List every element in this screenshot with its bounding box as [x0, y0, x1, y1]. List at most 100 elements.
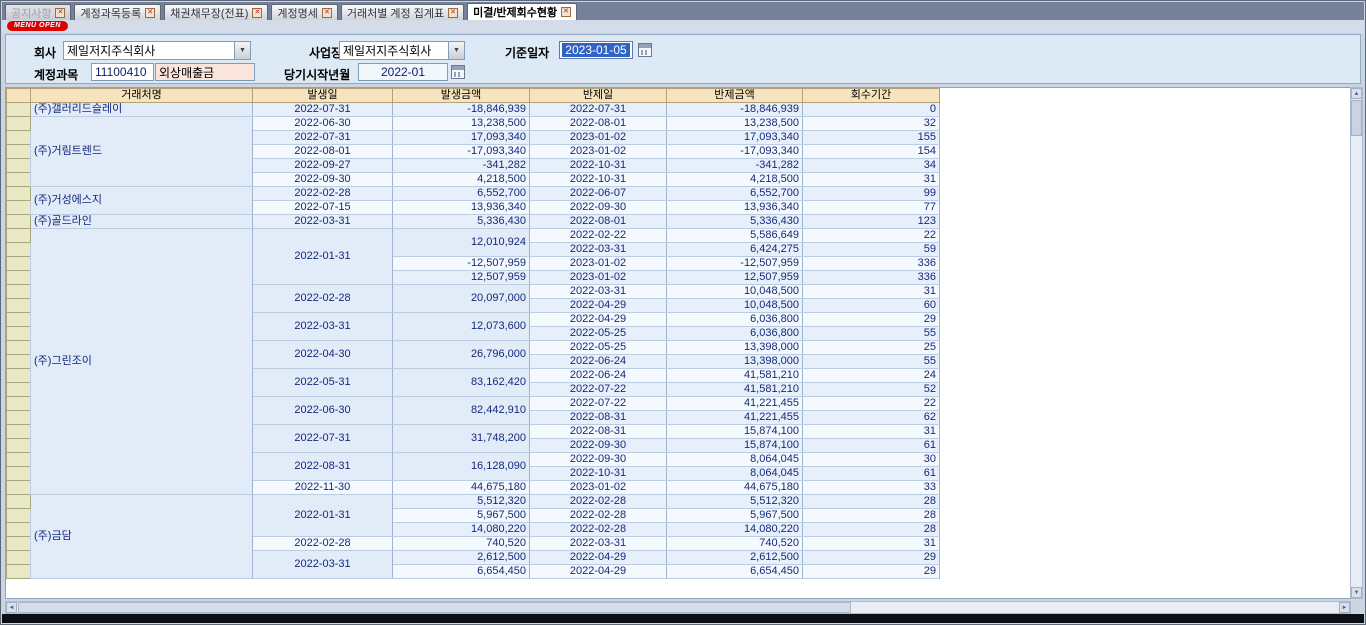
cell-sd[interactable]: 2022-03-31 [530, 285, 667, 299]
cell-p[interactable]: 61 [803, 467, 940, 481]
tab-계정명세[interactable]: 계정명세✕ [271, 4, 337, 20]
cell-p[interactable]: 25 [803, 341, 940, 355]
cell-sa[interactable]: 13,238,500 [667, 117, 803, 131]
cell-c[interactable]: (주)금담 [31, 495, 253, 579]
row-selector[interactable] [7, 565, 31, 579]
cell-od[interactable]: 2022-03-31 [253, 313, 393, 341]
cell-sa[interactable]: 17,093,340 [667, 131, 803, 145]
cell-sd[interactable]: 2023-01-02 [530, 131, 667, 145]
tab-close-icon[interactable]: ✕ [252, 8, 262, 18]
column-header[interactable]: 거래처명 [31, 89, 253, 103]
cell-sa[interactable]: 6,424,275 [667, 243, 803, 257]
cell-p[interactable]: 31 [803, 425, 940, 439]
cell-c[interactable]: (주)거림트렌드 [31, 117, 253, 187]
cell-oa[interactable]: 17,093,340 [393, 131, 530, 145]
cell-p[interactable]: 28 [803, 509, 940, 523]
cell-p[interactable]: 24 [803, 369, 940, 383]
cell-sa[interactable]: 41,221,455 [667, 411, 803, 425]
cell-od[interactable]: 2022-07-31 [253, 103, 393, 117]
cell-sa[interactable]: 4,218,500 [667, 173, 803, 187]
cell-sd[interactable]: 2022-06-24 [530, 355, 667, 369]
cell-sd[interactable]: 2022-07-31 [530, 103, 667, 117]
cell-oa[interactable]: 26,796,000 [393, 341, 530, 369]
calendar-icon[interactable] [638, 43, 652, 57]
cell-p[interactable]: 123 [803, 215, 940, 229]
row-selector[interactable] [7, 229, 31, 243]
row-selector[interactable] [7, 187, 31, 201]
cell-sd[interactable]: 2022-09-30 [530, 201, 667, 215]
cell-p[interactable]: 33 [803, 481, 940, 495]
cell-sd[interactable]: 2022-07-22 [530, 383, 667, 397]
account-name-input[interactable] [155, 63, 255, 81]
cell-sa[interactable]: 8,064,045 [667, 467, 803, 481]
cell-p[interactable]: 28 [803, 495, 940, 509]
cell-sa[interactable]: 5,336,430 [667, 215, 803, 229]
cell-oa[interactable]: -18,846,939 [393, 103, 530, 117]
cell-oa[interactable]: 82,442,910 [393, 397, 530, 425]
row-selector[interactable] [7, 397, 31, 411]
row-selector[interactable] [7, 439, 31, 453]
cell-oa[interactable]: -17,093,340 [393, 145, 530, 159]
cell-sd[interactable]: 2022-09-30 [530, 453, 667, 467]
cell-sd[interactable]: 2022-05-25 [530, 341, 667, 355]
cell-oa[interactable]: 13,936,340 [393, 201, 530, 215]
cell-sd[interactable]: 2022-03-31 [530, 537, 667, 551]
cell-p[interactable]: 29 [803, 565, 940, 579]
cell-sa[interactable]: 740,520 [667, 537, 803, 551]
vertical-scrollbar[interactable]: ▲ ▼ [1350, 87, 1363, 599]
row-selector[interactable] [7, 453, 31, 467]
cell-p[interactable]: 0 [803, 103, 940, 117]
cell-sa[interactable]: 6,036,800 [667, 313, 803, 327]
cell-p[interactable]: 22 [803, 397, 940, 411]
tab-미결/반제회수현황[interactable]: 미결/반제회수현황✕ [467, 3, 577, 20]
row-selector[interactable] [7, 257, 31, 271]
cell-p[interactable]: 55 [803, 355, 940, 369]
cell-sd[interactable]: 2022-10-31 [530, 159, 667, 173]
cell-oa[interactable]: 31,748,200 [393, 425, 530, 453]
cell-od[interactable]: 2022-09-30 [253, 173, 393, 187]
cell-oa[interactable]: 740,520 [393, 537, 530, 551]
row-selector[interactable] [7, 131, 31, 145]
cell-od[interactable]: 2022-02-28 [253, 187, 393, 201]
tab-close-icon[interactable]: ✕ [448, 8, 458, 18]
cell-sa[interactable]: 41,221,455 [667, 397, 803, 411]
cell-sd[interactable]: 2022-04-29 [530, 313, 667, 327]
row-selector[interactable] [7, 327, 31, 341]
row-selector[interactable] [7, 495, 31, 509]
cell-oa[interactable]: 14,080,220 [393, 523, 530, 537]
row-selector[interactable] [7, 355, 31, 369]
row-selector[interactable] [7, 201, 31, 215]
row-selector[interactable] [7, 285, 31, 299]
cell-sa[interactable]: 15,874,100 [667, 439, 803, 453]
tab-거래처별 계정 집계표[interactable]: 거래처별 계정 집계표✕ [341, 4, 464, 20]
base-date-input[interactable]: 2023-01-05 [559, 41, 633, 59]
cell-od[interactable]: 2022-09-27 [253, 159, 393, 173]
cell-sd[interactable]: 2022-10-31 [530, 173, 667, 187]
tab-close-icon[interactable]: ✕ [322, 8, 332, 18]
cell-oa[interactable]: 4,218,500 [393, 173, 530, 187]
cell-od[interactable]: 2022-03-31 [253, 215, 393, 229]
cell-p[interactable]: 34 [803, 159, 940, 173]
row-selector[interactable] [7, 243, 31, 257]
row-selector[interactable] [7, 369, 31, 383]
cell-p[interactable]: 52 [803, 383, 940, 397]
cell-sa[interactable]: -341,282 [667, 159, 803, 173]
cell-sa[interactable]: 5,967,500 [667, 509, 803, 523]
row-selector[interactable] [7, 481, 31, 495]
cell-p[interactable]: 336 [803, 257, 940, 271]
tab-채권채무장(전표)[interactable]: 채권채무장(전표)✕ [164, 4, 268, 20]
horizontal-scrollbar[interactable]: ◄ ► [5, 601, 1351, 614]
row-selector[interactable] [7, 551, 31, 565]
row-selector[interactable] [7, 145, 31, 159]
row-selector[interactable] [7, 341, 31, 355]
cell-sa[interactable]: 6,552,700 [667, 187, 803, 201]
column-header[interactable]: 반제금액 [667, 89, 803, 103]
row-selector[interactable] [7, 411, 31, 425]
cell-od[interactable]: 2022-01-31 [253, 229, 393, 285]
cell-sa[interactable]: 13,398,000 [667, 341, 803, 355]
cell-sd[interactable]: 2022-08-31 [530, 425, 667, 439]
cell-p[interactable]: 22 [803, 229, 940, 243]
cell-od[interactable]: 2022-01-31 [253, 495, 393, 537]
cell-od[interactable]: 2022-07-31 [253, 425, 393, 453]
column-header[interactable]: 반제일 [530, 89, 667, 103]
